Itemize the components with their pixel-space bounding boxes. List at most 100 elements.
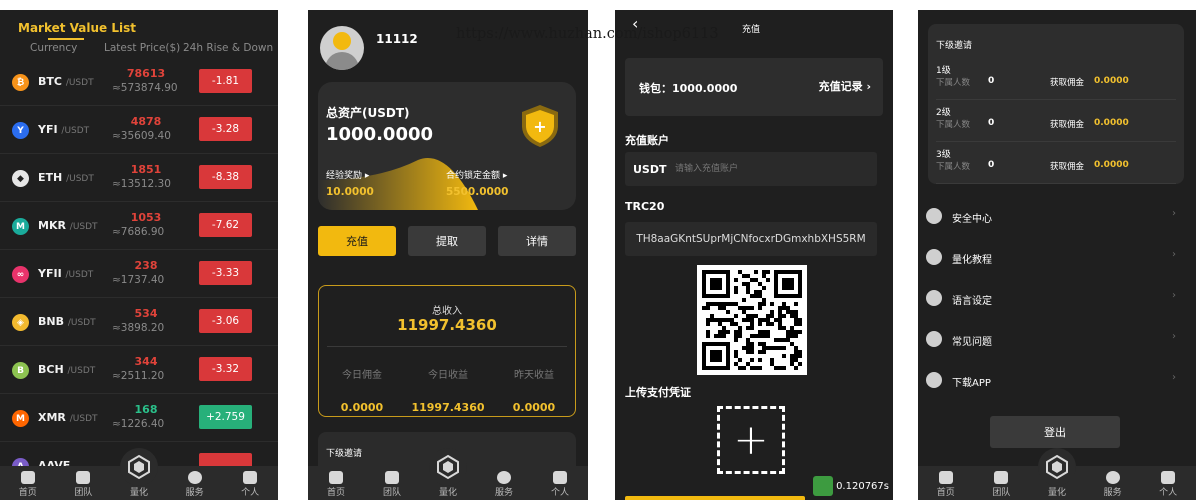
profile-icon (553, 471, 567, 484)
qr-code (697, 265, 807, 375)
bottom-nav: 首页 团队 量化 服务 个人 (0, 448, 278, 500)
nav-label: 量化 (1047, 488, 1066, 498)
coin-symbol-text: XMR (38, 411, 66, 424)
nav-label: 首页 (936, 488, 955, 498)
user-id: 11112 (376, 32, 418, 46)
home-icon (20, 471, 35, 484)
invite-level-label: 2级 (936, 108, 951, 118)
recharge-record-link[interactable]: 充值记录 › (819, 78, 871, 94)
account-field: USDT (625, 152, 877, 186)
withdraw-button[interactable]: 提取 (408, 226, 486, 256)
coin-btc-icon: ₿ (12, 74, 29, 91)
coin-change-badge: -8.38 (199, 165, 252, 189)
menu-item-0[interactable]: 安全中心 › (918, 197, 1196, 237)
avatar[interactable] (320, 26, 364, 70)
chevron-right-icon: › (1172, 290, 1176, 301)
market-screen: Market Value List Currency Latest Price(… (0, 10, 278, 500)
nav-service[interactable]: 服务 (167, 466, 223, 500)
chevron-right-icon: › (1172, 331, 1176, 342)
header-change: 24h Rise & Down (183, 42, 274, 54)
coin-symbol: BTC /USDT (38, 75, 94, 88)
coin-row-yfi[interactable]: Y YFI /USDT 4878 ≈35609.40 -3.28 (0, 106, 278, 154)
coin-cny-value: ≈2511.20 (112, 370, 165, 382)
exp-reward-value: 10.0000 (326, 186, 374, 198)
market-title-underline (48, 38, 84, 40)
recharge-button[interactable]: 充值 (318, 226, 396, 256)
nav-label: 服务 (1103, 488, 1122, 498)
nav-service[interactable]: 服务 (476, 466, 532, 500)
nav-home[interactable]: 首页 (308, 466, 364, 500)
submit-button-edge[interactable] (625, 496, 805, 500)
coin-pair: /USDT (61, 126, 90, 136)
coin-row-yfii[interactable]: ∞ YFII /USDT 238 ≈1737.40 -3.33 (0, 250, 278, 298)
coin-price: 534 (134, 307, 158, 320)
menu-item-4[interactable]: 下载APP › (918, 361, 1196, 401)
exp-reward-link[interactable]: 经验奖励 ▸ (326, 168, 369, 181)
coin-symbol-text: BTC (38, 75, 62, 88)
header-price: Latest Price($) (104, 42, 181, 54)
nav-label: 团队 (992, 488, 1011, 498)
account-input[interactable] (675, 159, 865, 179)
income-col-value: 0.0000 (512, 401, 556, 414)
coin-row-xmr[interactable]: M XMR /USDT 168 ≈1226.40 +2.759 (0, 394, 278, 442)
total-assets-value: 1000.0000 (326, 124, 434, 145)
account-currency: USDT (633, 163, 667, 176)
invite-level-row: 2级 下属人数 0 获取佣金 0.0000 (936, 100, 1176, 142)
nav-profile[interactable]: 个人 (222, 466, 278, 500)
coin-row-bch[interactable]: B BCH /USDT 344 ≈2511.20 -3.32 (0, 346, 278, 394)
coin-price: 4878 (130, 115, 162, 128)
nav-team[interactable]: 团队 (974, 466, 1030, 500)
avatar-body (325, 52, 359, 70)
coin-row-eth[interactable]: ◆ ETH /USDT 1851 ≈13512.30 -8.38 (0, 154, 278, 202)
invite-commission-label: 获取佣金 (1050, 162, 1085, 172)
nav-service[interactable]: 服务 (1085, 466, 1141, 500)
nav-team[interactable]: 团队 (364, 466, 420, 500)
coin-row-btc[interactable]: ₿ BTC /USDT 78613 ≈573874.90 -1.81 (0, 58, 278, 106)
coin-change-badge: +2.759 (199, 405, 252, 429)
coin-eth-icon: ◆ (12, 170, 29, 187)
nav-quant-logo[interactable]: 量化 (1029, 448, 1085, 500)
menu-item-label: 常见问题 (952, 337, 992, 348)
nav-profile[interactable]: 个人 (532, 466, 588, 500)
invite-card: 下级邀请 1级 下属人数 0 获取佣金 0.0000 2级 下属人数 0 获取佣金 0.0000 3… (928, 24, 1184, 184)
logout-button[interactable]: 登出 (990, 416, 1120, 448)
invite-count-value: 0 (988, 118, 995, 128)
coin-row-bnb[interactable]: ◈ BNB /USDT 534 ≈3898.20 -3.06 (0, 298, 278, 346)
deposit-address[interactable]: TH8aaGKntSUprMjCNfocxrDGmxhbXHS5RM (625, 222, 877, 256)
coin-symbol: XMR /USDT (38, 411, 98, 424)
nav-quant-logo[interactable]: 量化 (111, 448, 167, 500)
details-button[interactable]: 详情 (498, 226, 576, 256)
menu-item-1[interactable]: 量化教程 › (918, 238, 1196, 278)
invite-title: 下级邀请 (936, 41, 973, 51)
coin-xmr-icon: M (12, 410, 29, 427)
coin-change-badge: -1.81 (199, 69, 252, 93)
invite-level-row: 1级 下属人数 0 获取佣金 0.0000 (936, 58, 1176, 100)
contract-lock-link[interactable]: 合约锁定金额 ▸ (446, 168, 507, 181)
coin-symbol: YFII /USDT (38, 267, 93, 280)
avatar-head (333, 32, 351, 50)
coin-pair: /USDT (69, 414, 98, 424)
income-col-label: 今日佣金 (342, 370, 382, 381)
account-label: 充值账户 (625, 134, 669, 147)
income-col-label: 昨天收益 (514, 370, 554, 381)
invite-level-label: 3级 (936, 150, 951, 160)
coin-symbol: BCH /USDT (38, 363, 95, 376)
menu-item-3[interactable]: 常见问题 › (918, 320, 1196, 360)
upload-proof-button[interactable]: + (717, 406, 785, 474)
coin-change-badge: -7.62 (199, 213, 252, 237)
invite-count-label: 下属人数 (936, 162, 971, 172)
qr-code-image (702, 270, 802, 370)
nav-team[interactable]: 团队 (56, 466, 112, 500)
coin-pair: /USDT (67, 366, 96, 376)
coin-price: 344 (134, 355, 158, 368)
quant-logo-icon (119, 448, 158, 486)
invite-title: 下级邀请 (326, 449, 363, 459)
nav-profile[interactable]: 个人 (1140, 466, 1196, 500)
question-icon (926, 331, 942, 347)
income-card: 总收入 11997.4360 今日佣金 0.0000 今日收益 11997.43… (318, 285, 576, 417)
nav-home[interactable]: 首页 (0, 466, 56, 500)
nav-home[interactable]: 首页 (918, 466, 974, 500)
menu-item-2[interactable]: 语言设定 › (918, 279, 1196, 319)
coin-row-mkr[interactable]: M MKR /USDT 1053 ≈7686.90 -7.62 (0, 202, 278, 250)
nav-quant-logo[interactable]: 量化 (420, 448, 476, 500)
